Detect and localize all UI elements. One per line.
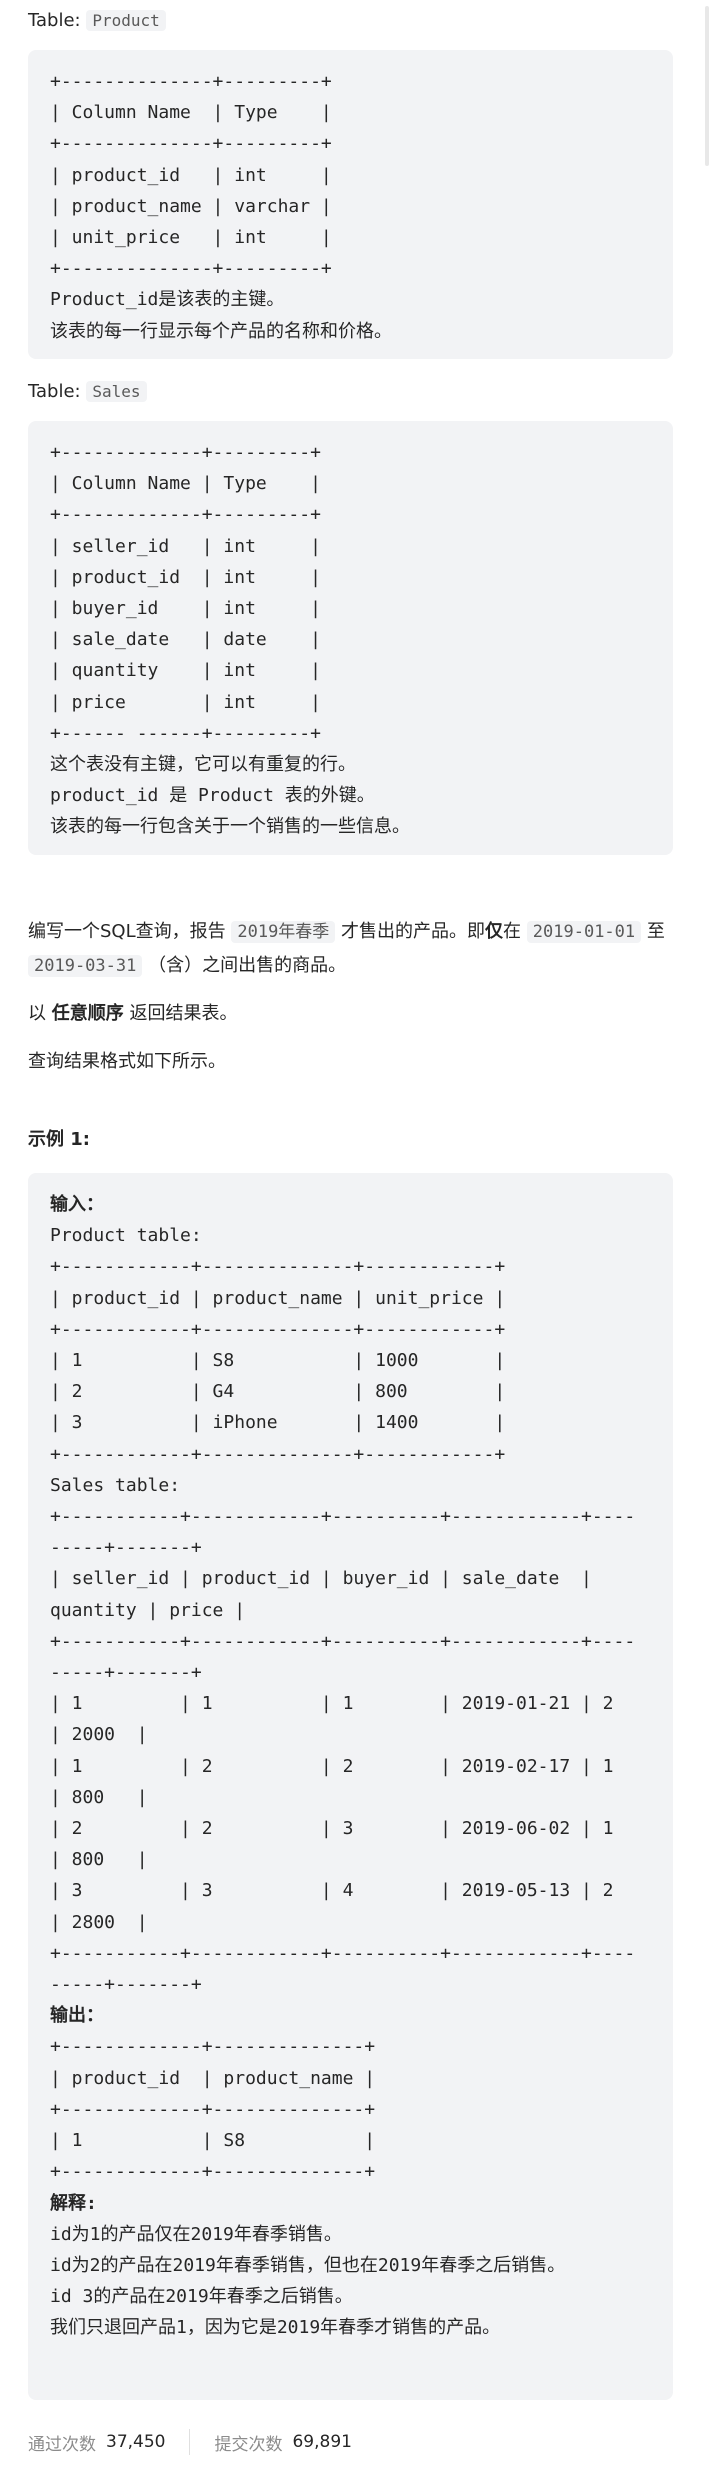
example-line: | product_id | product_name | bbox=[50, 2067, 376, 2089]
example-line: +------------+--------------+-----------… bbox=[50, 1256, 506, 1278]
example-line: | 1 | S8 | 1000 | bbox=[50, 1350, 506, 1372]
example-line: | 800 | bbox=[50, 1786, 148, 1808]
accepted-count: 37,450 bbox=[106, 2432, 166, 2452]
product-schema-block: +--------------+---------+ | Column Name… bbox=[28, 50, 673, 359]
schema-line: | price | int | bbox=[50, 691, 321, 713]
example-line: +-----------+------------+----------+---… bbox=[50, 1942, 636, 1964]
desc-text: （含）之间出售的商品。 bbox=[148, 955, 347, 976]
sales-table-name: Sales bbox=[86, 381, 147, 402]
table-label-text: Table: bbox=[28, 10, 81, 31]
output-label: 输出： bbox=[50, 2005, 104, 2027]
schema-note: 该表的每一行包含关于一个销售的一些信息。 bbox=[50, 816, 410, 838]
example-line: | product_id | product_name | unit_price… bbox=[50, 1287, 506, 1309]
example-line: | 1 | S8 | bbox=[50, 2130, 376, 2152]
highlight-end-date: 2019-03-31 bbox=[28, 955, 143, 977]
schema-note: product_id 是 Product 表的外键。 bbox=[50, 785, 375, 807]
highlight-start-date: 2019-01-01 bbox=[526, 921, 642, 943]
example-line: -----+-------+ bbox=[50, 1537, 202, 1559]
explain-line: 我们只退回产品1，因为它是2019年春季才销售的产品。 bbox=[50, 2317, 501, 2339]
example-line: | 2 | 2 | 3 | 2019-06-02 | 1 bbox=[50, 1818, 614, 1840]
sales-caption: Sales table: bbox=[50, 1474, 181, 1496]
example-line: | 2 | G4 | 800 | bbox=[50, 1381, 506, 1403]
example-line: -----+-------+ bbox=[50, 1974, 202, 1996]
schema-line: +-------------+---------+ bbox=[50, 442, 321, 463]
schema-line: +------ ------+---------+ bbox=[50, 722, 321, 744]
example-line: quantity | price | bbox=[50, 1599, 246, 1621]
sales-table-label: Table: Sales bbox=[28, 377, 709, 407]
product-caption: Product table: bbox=[50, 1225, 202, 1247]
schema-line: | unit_price | int | bbox=[50, 227, 332, 249]
explain-line: id为1的产品仅在2019年春季销售。 bbox=[50, 2223, 342, 2245]
example-line: | 3 | iPhone | 1400 | bbox=[50, 1412, 506, 1434]
schema-line: | quantity | int | bbox=[50, 660, 321, 682]
schema-line: +--------------+---------+ bbox=[50, 133, 332, 155]
example-line: | 800 | bbox=[50, 1849, 148, 1871]
scrollbar-thumb[interactable] bbox=[705, 6, 709, 166]
desc-text: 返回结果表。 bbox=[129, 1003, 238, 1024]
schema-line: | product_id | int | bbox=[50, 164, 332, 186]
table-label-text: Table: bbox=[28, 381, 81, 402]
example-line: +------------+--------------+-----------… bbox=[50, 1318, 506, 1340]
schema-line: +--------------+---------+ bbox=[50, 258, 332, 280]
example-line: +-----------+------------+----------+---… bbox=[50, 1630, 636, 1652]
example-line: +-----------+------------+----------+---… bbox=[50, 1506, 636, 1528]
product-table-label: Table: Product bbox=[28, 6, 709, 36]
desc-text: 以 bbox=[28, 1003, 46, 1024]
desc-text: 至 bbox=[646, 921, 665, 942]
desc-text: 在 bbox=[503, 921, 522, 942]
schema-line: | product_name | varchar | bbox=[50, 195, 332, 217]
explain-label: 解释: bbox=[50, 2192, 97, 2214]
example-line: | seller_id | product_id | buyer_id | sa… bbox=[50, 1568, 592, 1590]
stats-divider bbox=[189, 2429, 191, 2455]
example-line: | 2800 | bbox=[50, 1911, 148, 1933]
schema-note: 这个表没有主键，它可以有重复的行。 bbox=[50, 754, 356, 776]
schema-note: Product_id是该表的主键。 bbox=[50, 289, 285, 311]
example-line: | 1 | 2 | 2 | 2019-02-17 | 1 bbox=[50, 1755, 614, 1777]
schema-line: | buyer_id | int | bbox=[50, 598, 321, 620]
schema-line: | Column Name | Type | bbox=[50, 102, 332, 124]
sales-schema-block: +-------------+---------+ | Column Name … bbox=[28, 421, 673, 855]
product-table-name: Product bbox=[86, 10, 166, 31]
accepted-label: 通过次数 bbox=[28, 2434, 96, 2455]
schema-note: 该表的每一行显示每个产品的名称和价格。 bbox=[50, 320, 392, 342]
input-label: 输入： bbox=[50, 1194, 104, 1215]
example-line: +-------------+--------------+ bbox=[50, 2098, 376, 2120]
schema-line: | Column Name | Type | bbox=[50, 473, 321, 495]
schema-line: | sale_date | date | bbox=[50, 629, 321, 651]
explain-line: id为2的产品在2019年春季销售，但也在2019年春季之后销售。 bbox=[50, 2254, 566, 2276]
example-line: +-------------+--------------+ bbox=[50, 2161, 376, 2183]
explain-line: id 3的产品在2019年春季之后销售。 bbox=[50, 2286, 353, 2308]
desc-text: 才售出的产品。即 bbox=[341, 921, 486, 942]
example-line: | 2000 | bbox=[50, 1724, 148, 1746]
example-block: 输入： Product table: +------------+-------… bbox=[28, 1173, 673, 2400]
example-line: | 1 | 1 | 1 | 2019-01-21 | 2 bbox=[50, 1693, 614, 1715]
problem-description: Table: Product +--------------+---------… bbox=[0, 6, 709, 2400]
submission-stats: 通过次数 37,450 提交次数 69,891 bbox=[28, 2426, 352, 2458]
task-description: 编写一个SQL查询，报告 2019年春季 才售出的产品。即仅在 2019-01-… bbox=[28, 915, 678, 983]
schema-line: +--------------+---------+ bbox=[50, 71, 332, 92]
example-line: | 3 | 3 | 4 | 2019-05-13 | 2 bbox=[50, 1880, 614, 1902]
schema-line: | product_id | int | bbox=[50, 566, 321, 588]
schema-line: | seller_id | int | bbox=[50, 535, 321, 557]
submitted-count: 69,891 bbox=[292, 2432, 352, 2452]
example-line: -----+-------+ bbox=[50, 1662, 202, 1684]
example-line: +------------+--------------+-----------… bbox=[50, 1443, 506, 1465]
example-line: +-------------+--------------+ bbox=[50, 2036, 376, 2058]
format-note: 查询结果格式如下所示。 bbox=[28, 1051, 226, 1072]
desc-bold: 任意顺序 bbox=[51, 1003, 124, 1024]
submitted-label: 提交次数 bbox=[214, 2434, 283, 2455]
example-heading: 示例 1: bbox=[28, 1129, 90, 1150]
order-note: 以 任意顺序 返回结果表。 bbox=[28, 997, 678, 1031]
desc-bold: 仅 bbox=[485, 921, 504, 942]
desc-text: 编写一个SQL查询，报告 bbox=[28, 921, 226, 942]
highlight-spring-2019: 2019年春季 bbox=[231, 921, 336, 943]
schema-line: +-------------+---------+ bbox=[50, 504, 321, 526]
